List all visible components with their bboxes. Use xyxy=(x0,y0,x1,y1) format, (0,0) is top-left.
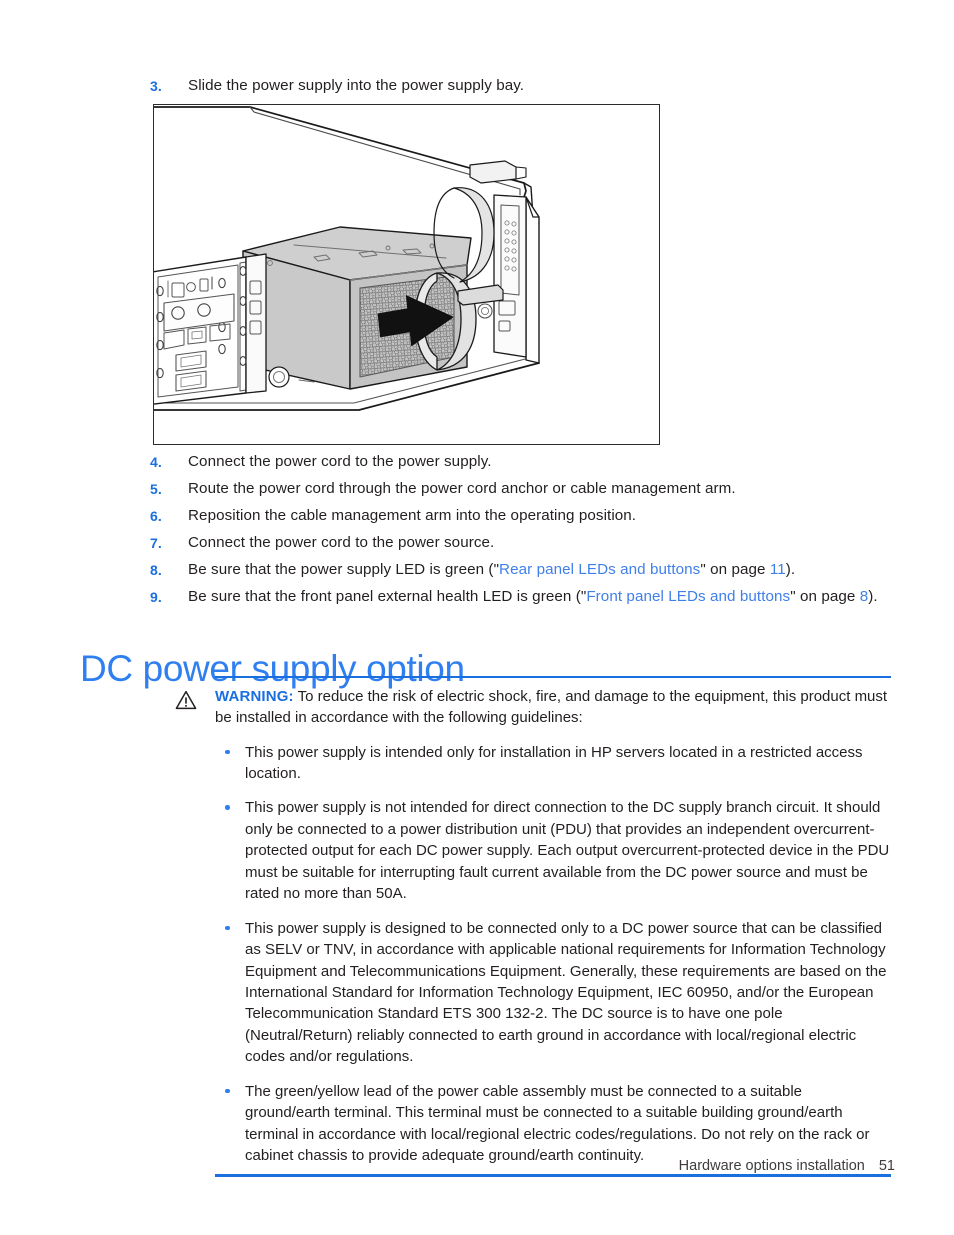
list-item: 4. Connect the power cord to the power s… xyxy=(150,452,890,473)
step-text: Connect the power cord to the power sour… xyxy=(188,534,495,551)
page-reference-link-11[interactable]: 11 xyxy=(770,561,786,578)
step-text: Be sure that the front panel external he… xyxy=(188,587,878,608)
step-text: Reposition the cable management arm into… xyxy=(188,507,637,524)
list-item: This power supply is intended only for i… xyxy=(215,742,891,785)
footer-chapter-title: Hardware options installation xyxy=(678,1158,865,1174)
step-number: 9. xyxy=(150,589,162,605)
cross-reference-link-rear-panel[interactable]: Rear panel LEDs and buttons xyxy=(499,561,700,578)
list-item: This power supply is designed to be conn… xyxy=(215,918,891,1068)
warning-header: WARNING: To reduce the risk of electric … xyxy=(171,686,891,729)
step-number: 7. xyxy=(150,535,162,551)
step-text: Slide the power supply into the power su… xyxy=(188,77,525,94)
document-page: 3. Slide the power supply into the power… xyxy=(0,0,954,1235)
step9-tail: ). xyxy=(868,588,878,605)
warning-intro: To reduce the risk of electric shock, fi… xyxy=(215,688,888,727)
list-item: 7. Connect the power cord to the power s… xyxy=(150,533,890,554)
list-item: 8. Be sure that the power supply LED is … xyxy=(150,560,930,581)
warning-callout: WARNING: To reduce the risk of electric … xyxy=(175,676,891,1178)
list-item: 3. Slide the power supply into the power… xyxy=(150,76,890,97)
warning-triangle-icon xyxy=(171,686,215,715)
power-supply-installation-illustration xyxy=(153,104,660,445)
step8-lead: Be sure that the power supply LED is gre… xyxy=(188,561,500,578)
step-number: 8. xyxy=(150,562,162,578)
step-text: Route the power cord through the power c… xyxy=(188,480,736,497)
list-item: 9. Be sure that the front panel external… xyxy=(150,587,950,608)
warning-guidelines-list: This power supply is intended only for i… xyxy=(215,742,891,1167)
step8-mid: " on page xyxy=(700,561,770,578)
list-item: This power supply is not intended for di… xyxy=(215,797,891,904)
page-footer: Hardware options installation 51 xyxy=(679,1158,895,1174)
step-number: 3. xyxy=(150,78,162,94)
step9-lead: Be sure that the front panel external he… xyxy=(188,588,587,605)
list-item: 6. Reposition the cable management arm i… xyxy=(150,506,890,527)
warning-text: WARNING: To reduce the risk of electric … xyxy=(215,686,891,729)
list-item: 5. Route the power cord through the powe… xyxy=(150,479,890,500)
step-number: 6. xyxy=(150,508,162,524)
step-number: 4. xyxy=(150,454,162,470)
warning-label: WARNING: xyxy=(215,688,294,705)
cross-reference-link-front-panel[interactable]: Front panel LEDs and buttons xyxy=(586,588,790,605)
footer-page-number: 51 xyxy=(878,1158,895,1174)
step-number: 5. xyxy=(150,481,162,497)
step-text: Be sure that the power supply LED is gre… xyxy=(188,560,795,581)
step-text: Connect the power cord to the power supp… xyxy=(188,453,492,470)
server-rear-diagram xyxy=(154,106,540,411)
page-reference-link-8[interactable]: 8 xyxy=(860,588,869,605)
step8-tail: ). xyxy=(785,561,796,578)
step9-mid: " on page xyxy=(790,588,860,605)
list-item: The green/yellow lead of the power cable… xyxy=(215,1081,891,1167)
